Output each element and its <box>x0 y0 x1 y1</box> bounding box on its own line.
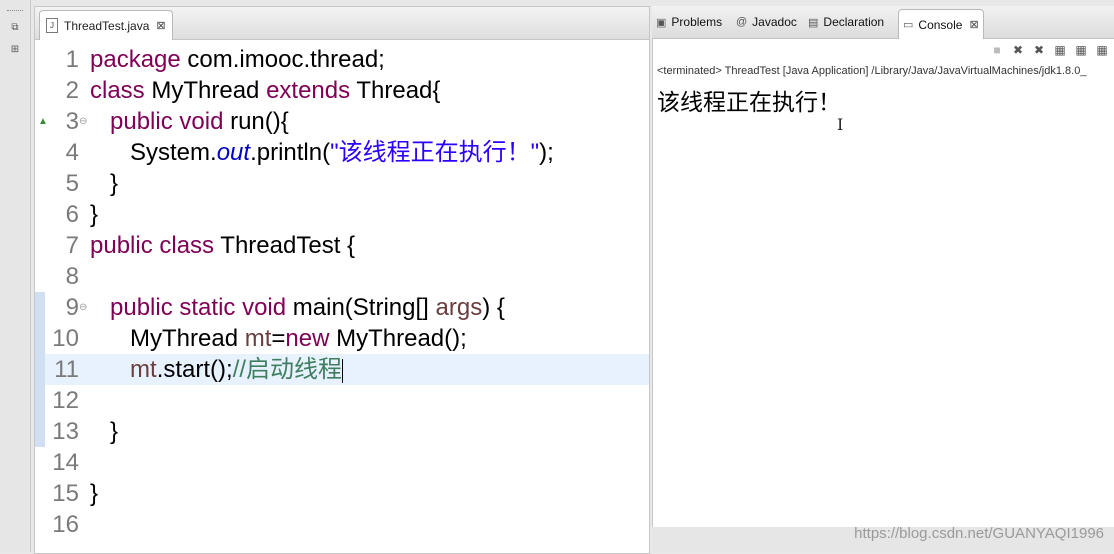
left-trim-bar: ⧉ ⊞ <box>0 0 31 552</box>
views-tab-bar: ▣ Problems @ Javadoc ▤ Declaration ▭ Console ⊠ <box>652 6 1114 39</box>
line-number: 12 <box>52 387 79 414</box>
code-line[interactable]: 12 <box>35 385 649 416</box>
code-text: public class ThreadTest { <box>90 232 356 259</box>
tab-javadoc[interactable]: @ Javadoc <box>736 6 797 38</box>
code-line[interactable]: 14 <box>35 447 649 478</box>
clear-console-icon[interactable]: ▦ <box>1053 43 1067 57</box>
declaration-icon: ▤ <box>808 16 819 29</box>
tab-declaration[interactable]: ▤ Declaration <box>808 6 884 38</box>
code-line[interactable]: 9 ⊖ public static void main(String[] args… <box>35 292 649 323</box>
code-text: } <box>90 201 99 228</box>
line-number: 1 <box>65 46 79 73</box>
line-number: 14 <box>52 449 79 476</box>
gutter-scope-mark <box>35 323 45 354</box>
code-text: public void run(){ <box>110 108 289 135</box>
drag-grip[interactable] <box>7 10 23 13</box>
tab-label: Console <box>918 17 963 32</box>
scroll-lock-icon[interactable]: ▦ <box>1074 43 1088 57</box>
fold-toggle-icon[interactable]: ⊖ <box>79 292 87 323</box>
javadoc-icon: @ <box>736 16 748 28</box>
code-line[interactable]: 8 <box>35 261 649 292</box>
code-text: class MyThread extends Thread{ <box>90 77 441 104</box>
code-text: } <box>90 480 99 507</box>
text-cursor-icon: I <box>837 115 844 134</box>
tab-problems[interactable]: ▣ Problems <box>656 6 722 38</box>
line-number: 13 <box>52 418 79 445</box>
close-icon[interactable]: ⊠ <box>156 19 165 32</box>
line-number: 8 <box>65 263 79 290</box>
gutter-scope-mark <box>35 416 45 447</box>
restore-icon[interactable]: ⧉ <box>8 22 22 34</box>
override-marker-icon[interactable]: ▲ <box>38 106 48 137</box>
code-area[interactable]: 1 package com.imooc.thread; 2 class MyThrea… <box>35 40 649 553</box>
code-text: public static void main(String[] args) { <box>110 294 505 321</box>
tab-threadtest-java[interactable]: J ThreadTest.java ⊠ <box>39 10 173 40</box>
line-number: 16 <box>52 511 79 538</box>
code-line[interactable]: 5 } <box>35 168 649 199</box>
line-number: 9 <box>65 294 79 321</box>
remove-launch-icon[interactable]: ✖ <box>1011 43 1025 57</box>
line-number: 2 <box>65 77 79 104</box>
code-text: System.out.println("该线程正在执行！"); <box>90 139 554 166</box>
code-line[interactable]: 10 MyThread mt=new MyThread(); <box>35 323 649 354</box>
hierarchy-icon[interactable]: ⊞ <box>8 44 22 56</box>
problems-icon: ▣ <box>656 16 667 29</box>
terminate-icon[interactable]: ■ <box>990 43 1004 57</box>
code-text: package com.imooc.thread; <box>90 46 385 73</box>
line-number: 10 <box>52 325 79 352</box>
close-icon[interactable]: ⊠ <box>969 18 978 31</box>
line-number: 6 <box>65 201 79 228</box>
gutter-scope-mark <box>35 354 45 385</box>
tab-label: Declaration <box>823 15 885 29</box>
terminated-label: <terminated> ThreadTest [Java Applicatio… <box>657 65 1087 77</box>
code-text: } <box>90 418 119 445</box>
remove-all-icon[interactable]: ✖ <box>1032 43 1046 57</box>
console-body[interactable]: ■ ✖ ✖ ▦ ▦ ▦ <terminated> ThreadTest [Java App… <box>652 39 1114 527</box>
fold-toggle-icon[interactable]: ⊖ <box>79 106 87 137</box>
line-number: 15 <box>52 480 79 507</box>
java-file-icon: J <box>46 18 58 33</box>
code-line[interactable]: 6} <box>35 199 649 230</box>
tab-console[interactable]: ▭ Console ⊠ <box>898 9 984 39</box>
console-view: ▣ Problems @ Javadoc ▤ Declaration ▭ Console ⊠ ■… <box>652 6 1114 552</box>
console-output: 该线程正在执行！ <box>657 89 841 115</box>
code-line[interactable]: ▲ 3 ⊖ public void run(){ <box>35 106 649 137</box>
code-line[interactable]: 16 <box>35 509 649 540</box>
code-line[interactable]: 2 class MyThread extends Thread{ <box>35 75 649 106</box>
tab-label: Problems <box>671 15 723 29</box>
gutter-scope-mark <box>35 385 45 416</box>
code-line[interactable]: 11 mt.start();//启动线程 <box>35 354 649 385</box>
console-icon: ▭ <box>903 19 914 31</box>
line-number: 4 <box>65 139 79 166</box>
line-number: 7 <box>65 232 79 259</box>
code-editor: J ThreadTest.java ⊠ 1 package com.imooc.t… <box>34 6 650 554</box>
code-line[interactable]: 7 public class ThreadTest { <box>35 230 649 261</box>
code-line[interactable]: 15} <box>35 478 649 509</box>
gutter-scope-mark <box>35 292 45 323</box>
watermark: https://blog.csdn.net/GUANYAQI1996 <box>854 525 1104 542</box>
line-number: 5 <box>65 170 79 197</box>
code-line[interactable]: 1 package com.imooc.thread; <box>35 44 649 75</box>
tab-label: ThreadTest.java <box>64 18 150 33</box>
code-text: mt.start();//启动线程 <box>130 356 344 383</box>
code-text: MyThread mt=new MyThread(); <box>90 325 467 352</box>
tab-label: Javadoc <box>752 15 797 29</box>
code-text: } <box>90 170 119 197</box>
pin-console-icon[interactable]: ▦ <box>1095 43 1109 57</box>
code-line[interactable]: 4 System.out.println("该线程正在执行！"); <box>35 137 649 168</box>
console-toolbar: ■ ✖ ✖ ▦ ▦ ▦ <box>990 43 1109 61</box>
editor-tab-bar: J ThreadTest.java ⊠ <box>35 7 649 40</box>
line-number: 3 <box>65 108 79 135</box>
line-number: 11 <box>54 356 79 383</box>
code-line[interactable]: 13 } <box>35 416 649 447</box>
